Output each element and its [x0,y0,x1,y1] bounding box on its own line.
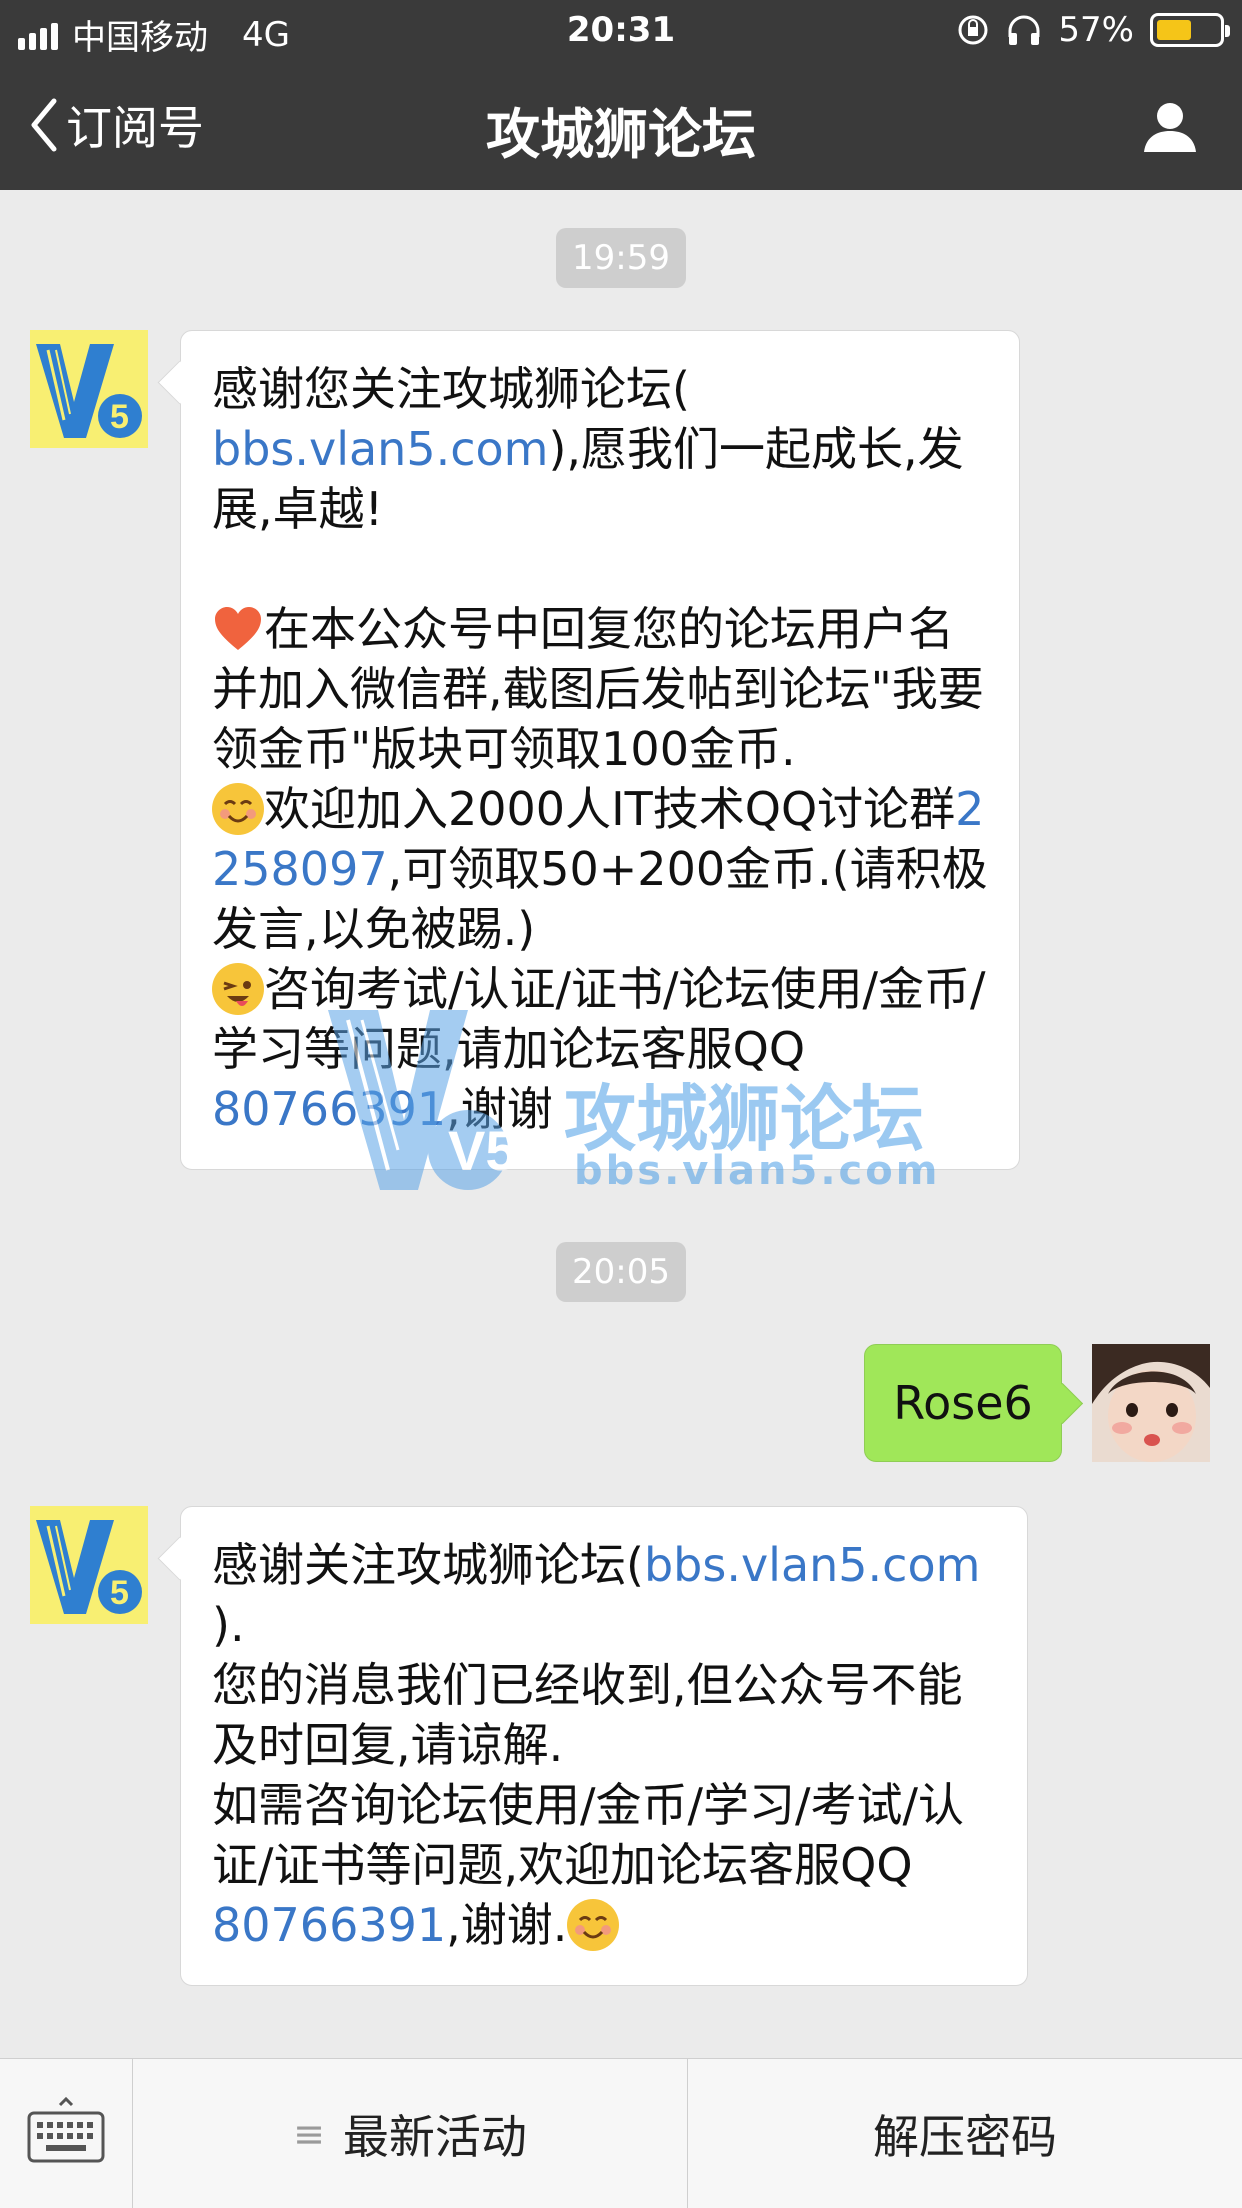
smile-emoji-icon [212,783,264,835]
profile-icon[interactable] [1142,98,1198,154]
timestamp-label: 20:05 [556,1242,686,1302]
qq-service-link[interactable]: 80766391 [212,1082,446,1136]
nav-bar: 订阅号 攻城狮论坛 [0,60,1242,190]
message-segment: 欢迎加入2000人IT技术QQ讨论群 [264,782,956,836]
battery-icon [1150,13,1230,47]
timestamp: 20:05 [0,1242,1242,1302]
menu-unzip-password[interactable]: 解压密码 [688,2059,1242,2208]
timestamp: 19:59 [0,228,1242,288]
received-message-bubble[interactable]: 感谢您关注攻城狮论坛(bbs.vlan5.com),愿我们一起成长,发展,卓越!… [180,330,1020,1170]
forum-link[interactable]: bbs.vlan5.com [212,422,548,476]
qq-service-link[interactable]: 80766391 [212,1898,446,1952]
forum-link[interactable]: bbs.vlan5.com [644,1538,980,1592]
keyboard-toggle-button[interactable] [0,2059,133,2208]
account-avatar[interactable]: 5 [30,330,148,448]
menu-label: 解压密码 [873,2109,1057,2164]
message-segment: 在本公众号中回复您的论坛用户名并加入微信群,截图后发帖到论坛"我要领金币"版块可… [212,602,984,776]
status-right: 57% [956,10,1230,50]
page-title: 攻城狮论坛 [486,103,756,166]
user-photo-icon [1092,1344,1210,1462]
user-avatar[interactable] [1092,1344,1210,1462]
battery-fill [1157,20,1192,40]
message-segment: ,谢谢 [446,1082,553,1136]
sent-message-bubble[interactable]: Rose6 [864,1344,1062,1462]
wink-emoji-icon [212,963,264,1015]
smile-emoji-icon [567,1899,620,1951]
svg-text:5: 5 [110,1574,129,1612]
message-segment: ). [212,1598,245,1652]
message-text: 感谢您关注攻城狮论坛(bbs.vlan5.com),愿我们一起成长,发展,卓越!… [212,359,991,1139]
status-bar: 中国移动 4G 20:31 57% [0,0,1242,60]
svg-text:5: 5 [110,398,129,436]
message-segment: 感谢您关注攻城狮论坛( [212,362,690,416]
v5-logo-icon: 5 [30,330,148,448]
received-message-bubble[interactable]: 感谢关注攻城狮论坛(bbs.vlan5.com). 您的消息我们已经收到,但公众号… [180,1506,1028,1986]
heart-emoji-icon [212,603,264,655]
message-segment: 咨询考试/认证/证书/论坛使用/金币/学习等问题,请加论坛客服QQ [212,962,986,1076]
headphones-icon [1008,15,1040,45]
message-segment: 如需咨询论坛使用/金币/学习/考试/认证/证书等问题,欢迎加论坛客服QQ [212,1778,964,1892]
menu-label: 最新活动 [342,2109,527,2164]
menu-latest-activities[interactable]: ≡ 最新活动 [133,2059,688,2208]
v5-logo-icon: 5 [30,1506,148,1624]
keyboard-icon [27,2097,105,2163]
timestamp-label: 19:59 [556,228,686,288]
battery-percent: 57% [1058,10,1134,50]
account-avatar[interactable]: 5 [30,1506,148,1624]
rotation-lock-icon [958,15,988,45]
bottom-menu-bar: ≡ 最新活动 解压密码 [0,2058,1242,2208]
message-segment: 感谢关注攻城狮论坛( [212,1538,644,1592]
message-text: Rose6 [893,1376,1033,1430]
message-segment: ,谢谢. [446,1898,568,1952]
menu-lines-icon: ≡ [293,2111,325,2156]
message-segment: 您的消息我们已经收到,但公众号不能及时回复,请谅解. [212,1658,963,1772]
message-text: 感谢关注攻城狮论坛(bbs.vlan5.com). 您的消息我们已经收到,但公众号… [212,1535,999,1955]
